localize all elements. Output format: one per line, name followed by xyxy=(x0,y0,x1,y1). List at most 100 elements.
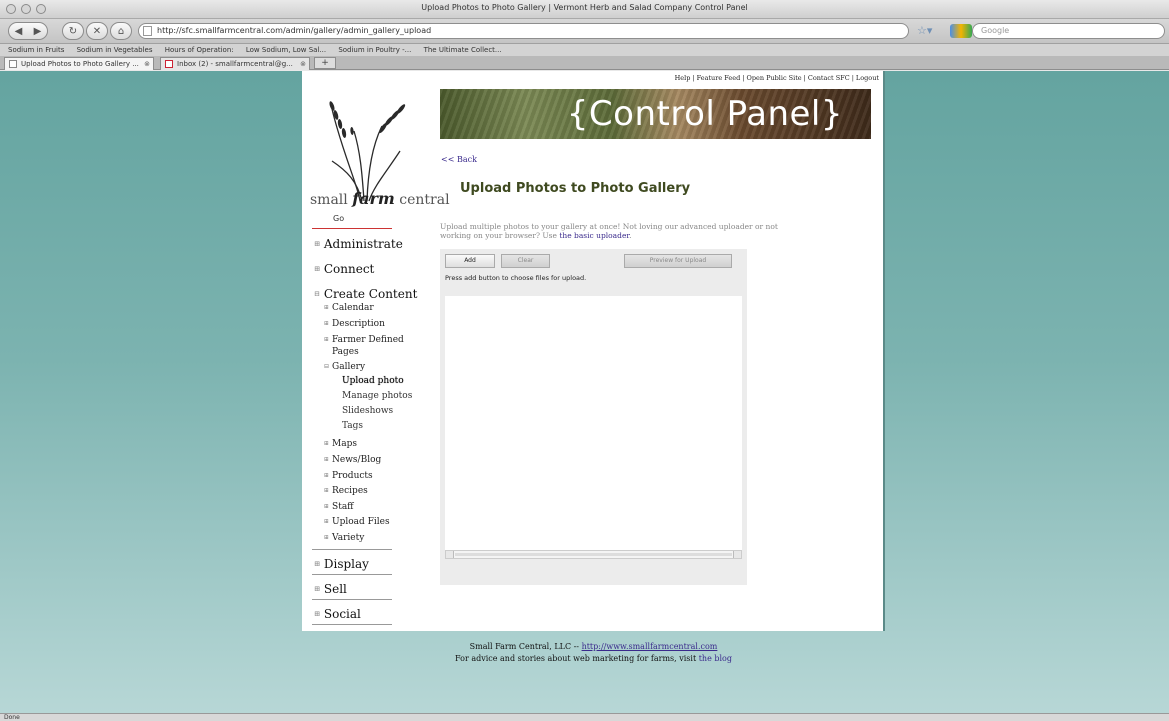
collapse-icon[interactable]: ⊟ xyxy=(314,290,320,298)
page-title: Upload Photos to Photo Gallery xyxy=(460,181,691,196)
feature-feed-link[interactable]: Feature Feed xyxy=(697,74,741,82)
logout-link[interactable]: Logout xyxy=(856,74,879,82)
scroll-right-icon[interactable] xyxy=(733,551,741,558)
home-icon[interactable]: ⌂ xyxy=(110,22,132,40)
scrollbar-track[interactable] xyxy=(455,553,732,556)
expand-icon[interactable]: ⊞ xyxy=(314,610,320,618)
expand-icon[interactable]: ⊞ xyxy=(324,503,329,510)
footer-line-1: Small Farm Central, LLC -- http://www.sm… xyxy=(469,642,718,651)
nav-variety[interactable]: ⊞ Variety xyxy=(324,533,364,543)
basic-uploader-link[interactable]: the basic uploader xyxy=(559,231,629,240)
logo-wordmark: small farm central xyxy=(310,189,450,208)
divider xyxy=(312,549,392,550)
nav-products[interactable]: ⊞ Products xyxy=(324,471,373,481)
page-icon xyxy=(143,26,152,36)
expand-icon[interactable]: ⊞ xyxy=(314,585,320,593)
open-public-site-link[interactable]: Open Public Site xyxy=(746,74,801,82)
expand-icon[interactable]: ⊞ xyxy=(324,336,329,343)
expand-icon[interactable]: ⊞ xyxy=(324,472,329,479)
reload-icon[interactable]: ↻ xyxy=(62,22,84,40)
expand-icon[interactable]: ⊞ xyxy=(324,320,329,327)
page-viewport: Help | Feature Feed | Open Public Site | Conta… xyxy=(0,71,1169,713)
nav-farmer-defined-pages-wrap[interactable]: Pages xyxy=(332,347,359,357)
nav-create-content[interactable]: ⊟ Create Content xyxy=(314,287,417,301)
control-panel-banner: {Control Panel} xyxy=(440,89,871,139)
bookmark-item[interactable]: Sodium in Fruits xyxy=(8,46,64,54)
nav-display[interactable]: ⊞ Display xyxy=(314,557,369,571)
back-arrow-icon[interactable]: ◀ xyxy=(9,26,28,37)
expand-icon[interactable]: ⊞ xyxy=(324,304,329,311)
stop-icon[interactable]: ✕ xyxy=(86,22,108,40)
nav-farmer-defined-pages[interactable]: ⊞ Farmer Defined xyxy=(324,335,404,345)
nav-upload-files[interactable]: ⊞ Upload Files xyxy=(324,517,390,527)
go-button[interactable]: Go xyxy=(333,214,344,223)
back-forward-buttons[interactable]: ◀ ▶ xyxy=(8,22,48,40)
bookmark-item[interactable]: Sodium in Poultry -... xyxy=(338,46,411,54)
expand-icon[interactable]: ⊞ xyxy=(314,560,320,568)
nav-slideshows[interactable]: Slideshows xyxy=(342,406,393,416)
scroll-left-icon[interactable] xyxy=(446,551,454,558)
nav-tags[interactable]: Tags xyxy=(342,421,363,431)
bookmark-item[interactable]: Sodium in Vegetables xyxy=(77,46,153,54)
nav-sell[interactable]: ⊞ Sell xyxy=(314,582,347,596)
close-tab-icon[interactable]: ⊗ xyxy=(300,58,306,70)
expand-icon[interactable]: ⊞ xyxy=(314,240,320,248)
window-title: Upload Photos to Photo Gallery | Vermont… xyxy=(421,3,748,12)
nav-description[interactable]: ⊞ Description xyxy=(324,319,385,329)
intro-text: Upload multiple photos to your gallery a… xyxy=(440,222,778,240)
banner-title: {Control Panel} xyxy=(566,94,843,134)
blog-link[interactable]: the blog xyxy=(699,654,732,663)
gmail-icon xyxy=(165,60,173,68)
search-engine-icon[interactable] xyxy=(950,24,972,38)
uploader-hint: Press add button to choose files for upl… xyxy=(445,274,587,282)
add-button[interactable]: Add xyxy=(445,254,495,268)
help-link[interactable]: Help xyxy=(675,74,691,82)
expand-icon[interactable]: ⊞ xyxy=(324,518,329,525)
smallfarmcentral-link[interactable]: http://www.smallfarmcentral.com xyxy=(582,642,718,651)
horizontal-scrollbar[interactable] xyxy=(445,550,742,559)
nav-manage-photos[interactable]: Manage photos xyxy=(342,391,412,401)
bookmark-item[interactable]: The Ultimate Collect... xyxy=(424,46,502,54)
bookmark-star-icon[interactable]: ☆▾ xyxy=(917,24,932,37)
tab-bar: Upload Photos to Photo Gallery ... ⊗ Inb… xyxy=(0,56,1169,70)
collapse-icon[interactable]: ⊟ xyxy=(324,363,329,370)
tab-label: Inbox (2) - smallfarmcentral@g... xyxy=(177,60,293,68)
new-tab-button[interactable]: + xyxy=(314,57,336,69)
search-input[interactable]: Google xyxy=(972,23,1165,39)
file-list-area[interactable] xyxy=(445,296,742,554)
browser-toolbar: ◀ ▶ ↻ ✕ ⌂ http://sfc.smallfarmcentral.co… xyxy=(0,19,1169,44)
expand-icon[interactable]: ⊞ xyxy=(314,265,320,273)
photo-uploader: Add Clear Preview for Upload Press add b… xyxy=(440,249,747,585)
close-tab-icon[interactable]: ⊗ xyxy=(144,58,150,70)
expand-icon[interactable]: ⊞ xyxy=(324,456,329,463)
url-text: http://sfc.smallfarmcentral.com/admin/ga… xyxy=(157,26,432,35)
window-titlebar: Upload Photos to Photo Gallery | Vermont… xyxy=(0,0,1169,19)
expand-icon[interactable]: ⊞ xyxy=(324,534,329,541)
clear-button[interactable]: Clear xyxy=(501,254,550,268)
back-link[interactable]: << Back xyxy=(441,155,477,164)
contact-sfc-link[interactable]: Contact SFC xyxy=(808,74,850,82)
nav-staff[interactable]: ⊞ Staff xyxy=(324,502,354,512)
nav-connect[interactable]: ⊞ Connect xyxy=(314,262,374,276)
nav-maps[interactable]: ⊞ Maps xyxy=(324,439,357,449)
nav-gallery[interactable]: ⊟ Gallery xyxy=(324,362,365,372)
top-links: Help | Feature Feed | Open Public Site | Conta… xyxy=(674,74,879,82)
nav-social[interactable]: ⊞ Social xyxy=(314,607,361,621)
expand-icon[interactable]: ⊞ xyxy=(324,487,329,494)
nav-news-blog[interactable]: ⊞ News/Blog xyxy=(324,455,381,465)
nav-recipes[interactable]: ⊞ Recipes xyxy=(324,486,368,496)
tab-inbox[interactable]: Inbox (2) - smallfarmcentral@g... ⊗ xyxy=(160,57,310,70)
preview-for-upload-button[interactable]: Preview for Upload xyxy=(624,254,732,268)
bookmark-item[interactable]: Hours of Operation: xyxy=(165,46,234,54)
expand-icon[interactable]: ⊞ xyxy=(324,440,329,447)
nav-calendar[interactable]: ⊞ Calendar xyxy=(324,303,374,313)
divider xyxy=(312,228,392,229)
url-bar[interactable]: http://sfc.smallfarmcentral.com/admin/ga… xyxy=(138,23,909,39)
bookmark-item[interactable]: Low Sodium, Low Sal... xyxy=(246,46,326,54)
forward-arrow-icon[interactable]: ▶ xyxy=(28,26,47,37)
tab-label: Upload Photos to Photo Gallery ... xyxy=(21,60,139,68)
tab-upload-photos[interactable]: Upload Photos to Photo Gallery ... ⊗ xyxy=(4,57,154,70)
nav-upload-photo[interactable]: Upload photo xyxy=(342,376,404,386)
footer: Small Farm Central, LLC -- http://www.sm… xyxy=(302,641,885,665)
nav-administrate[interactable]: ⊞ Administrate xyxy=(314,237,403,251)
